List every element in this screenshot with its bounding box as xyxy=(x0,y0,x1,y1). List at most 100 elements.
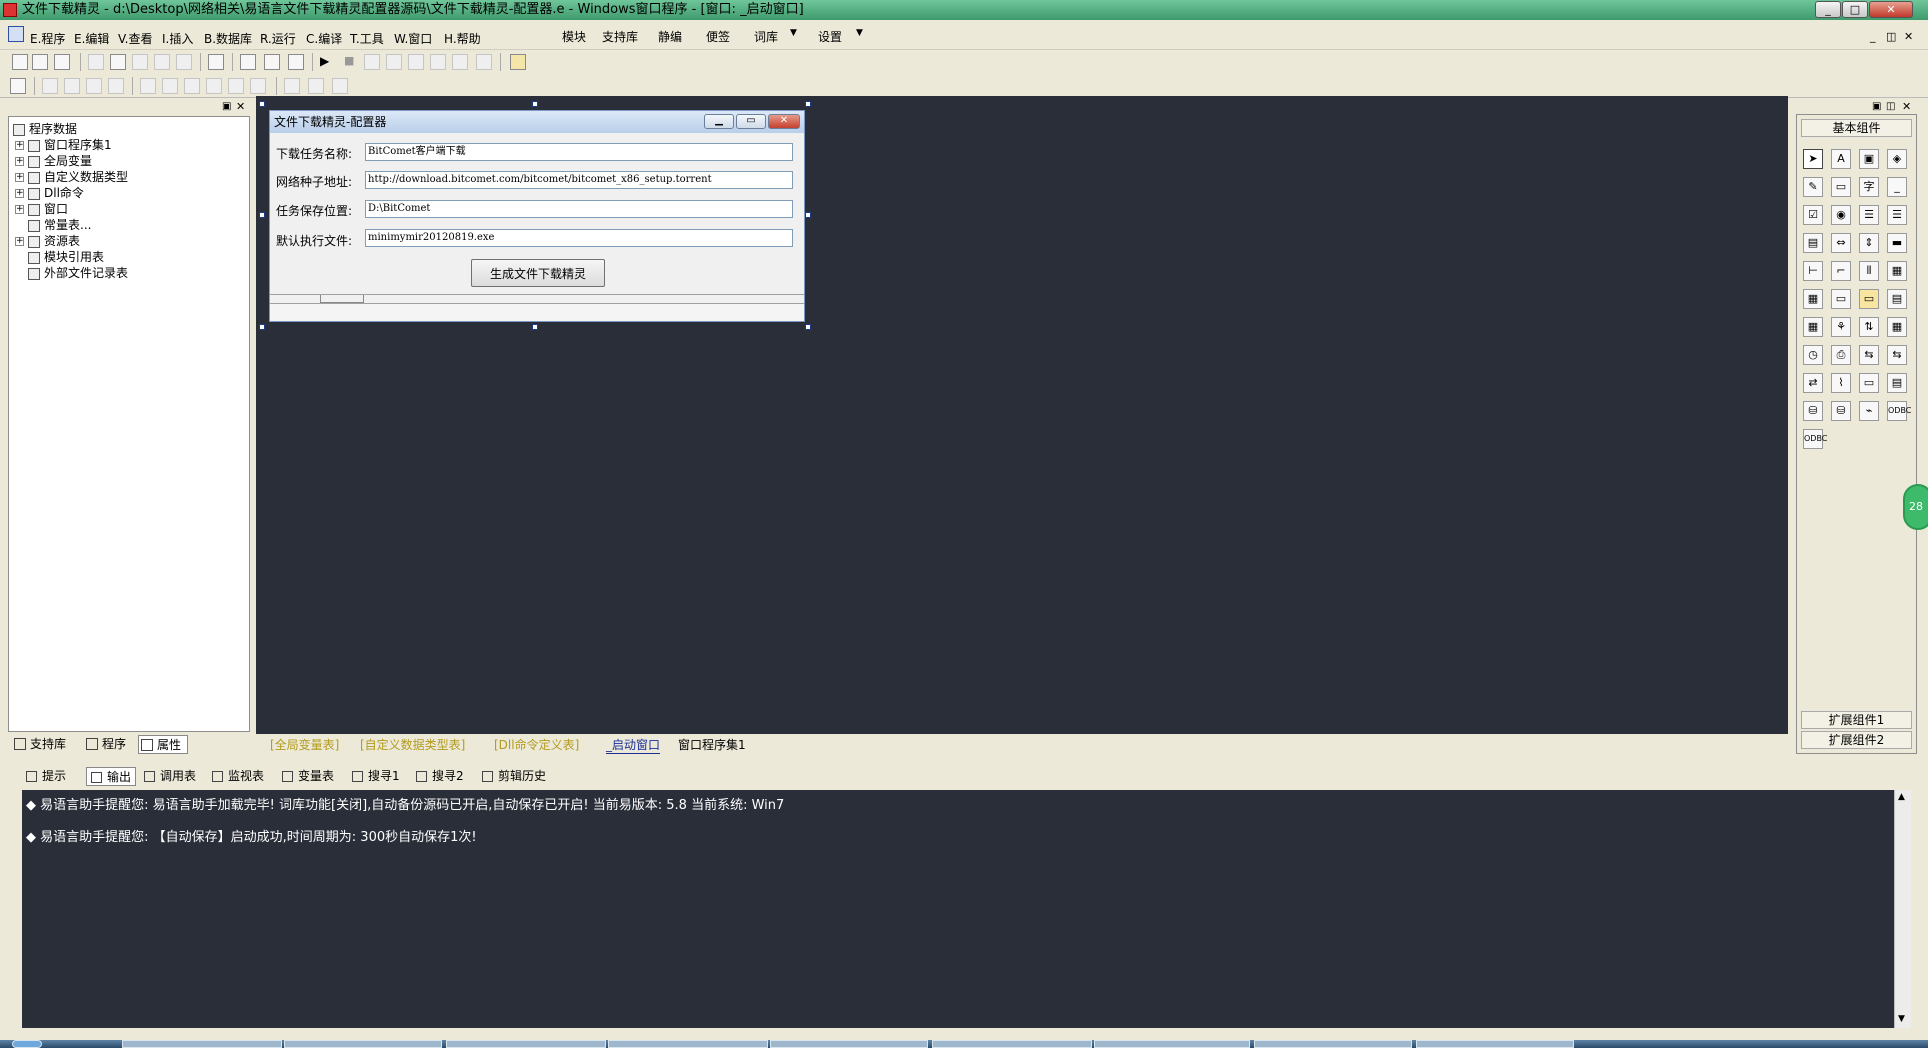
taskbar-app[interactable] xyxy=(1254,1040,1412,1048)
socket-icon[interactable]: ⇄ xyxy=(1803,373,1823,393)
taskbar-app[interactable] xyxy=(1416,1040,1574,1048)
tab-output[interactable]: 输出 xyxy=(86,767,137,786)
menu-settings[interactable]: 设置 xyxy=(818,28,842,45)
folder-icon[interactable]: ▭ xyxy=(1859,289,1879,309)
exec-file-input[interactable]: minimymir20120819.exe xyxy=(365,229,793,247)
form-maximize-icon[interactable]: ▭ xyxy=(736,114,766,129)
rp-pin-icon[interactable]: ▣ xyxy=(1872,101,1881,112)
mdi-close-icon[interactable]: ✕ xyxy=(1904,30,1913,43)
chart-icon[interactable]: ⌁ xyxy=(1859,401,1879,421)
datagrid-icon[interactable]: ▦ xyxy=(1887,317,1907,337)
resize-handle[interactable] xyxy=(532,324,538,330)
menu-database[interactable]: B.数据库 xyxy=(204,30,252,47)
checkbox-icon[interactable]: ☑ xyxy=(1803,205,1823,225)
maximize-button[interactable]: □ xyxy=(1842,1,1868,18)
equal-height-icon[interactable] xyxy=(250,78,266,94)
same-size-icon[interactable] xyxy=(284,78,300,94)
tab-hint[interactable]: 提示 xyxy=(26,767,66,784)
mdi-minimize-icon[interactable]: _ xyxy=(1870,30,1876,43)
stop-icon[interactable]: ■ xyxy=(344,54,354,67)
tree-item-window[interactable]: + 窗口 xyxy=(15,201,68,217)
space-h-icon[interactable] xyxy=(206,78,222,94)
align-left-icon[interactable] xyxy=(42,78,58,94)
tab-program[interactable]: 程序 xyxy=(84,735,126,754)
taskbar-app[interactable] xyxy=(122,1040,282,1048)
step-over-icon[interactable] xyxy=(386,54,402,70)
label-component-icon[interactable]: A xyxy=(1831,149,1851,169)
menu-module[interactable]: 模块 xyxy=(562,28,586,45)
menu-support-lib[interactable]: 支持库 xyxy=(602,28,638,45)
tab-startup-window[interactable]: _启动窗口 xyxy=(606,736,661,754)
menu-static-compile[interactable]: 静编 xyxy=(658,28,682,45)
resize-handle[interactable] xyxy=(805,324,811,330)
align-right-icon[interactable] xyxy=(64,78,80,94)
drawing-icon[interactable]: ✎ xyxy=(1803,177,1823,197)
menu-window[interactable]: W.窗口 xyxy=(394,30,432,47)
equal-width-icon[interactable] xyxy=(228,78,244,94)
center-form-icon[interactable] xyxy=(332,78,348,94)
tab-global-vars[interactable]: [全局变量表] xyxy=(270,736,339,753)
torrent-url-input[interactable]: http://download.bitcomet.com/bitcomet/bi… xyxy=(365,171,793,189)
picture-box-icon[interactable]: ▣ xyxy=(1859,149,1879,169)
tree-item-root[interactable]: 程序数据 xyxy=(13,121,77,137)
basic-components-header[interactable]: 基本组件 xyxy=(1801,119,1912,137)
resize-handle[interactable] xyxy=(259,101,265,107)
assistant-bubble[interactable]: 28 xyxy=(1903,484,1928,530)
edit-box-icon[interactable]: ▭ xyxy=(1831,289,1851,309)
resize-handle[interactable] xyxy=(532,101,538,107)
settings-dropdown-icon[interactable]: ▼ xyxy=(856,28,863,38)
tree-item-module-ref[interactable]: 模块引用表 xyxy=(28,249,104,265)
odbc-icon[interactable]: ODBC xyxy=(1887,401,1911,421)
timer-icon[interactable]: ◷ xyxy=(1803,345,1823,365)
tab-call-stack[interactable]: 调用表 xyxy=(144,767,196,784)
run-to-cursor-icon[interactable] xyxy=(430,54,446,70)
pointer-icon[interactable]: ➤ xyxy=(1803,149,1823,169)
outline-icon[interactable]: ▤ xyxy=(1887,373,1907,393)
generate-button[interactable]: 生成文件下载精灵 xyxy=(471,259,605,287)
redo-icon[interactable] xyxy=(154,54,170,70)
menu-compile[interactable]: C.编译 xyxy=(306,30,342,47)
layout-top-icon[interactable] xyxy=(264,54,280,70)
grid-icon[interactable] xyxy=(10,78,26,94)
center-v-icon[interactable] xyxy=(162,78,178,94)
resize-handle[interactable] xyxy=(259,324,265,330)
splitter-icon[interactable]: ⫴ xyxy=(1859,261,1879,281)
menu-lexicon[interactable]: 词库 xyxy=(754,28,778,45)
serial-port-icon[interactable]: ⌇ xyxy=(1831,373,1851,393)
paste-icon[interactable] xyxy=(132,54,148,70)
listbox-icon[interactable]: ☰ xyxy=(1859,205,1879,225)
line-icon[interactable]: _ xyxy=(1887,177,1907,197)
new-file-icon[interactable] xyxy=(12,54,28,70)
scroll-down-icon[interactable]: ▼ xyxy=(1898,1014,1905,1024)
form-minimize-icon[interactable]: ▁ xyxy=(704,114,734,129)
space-v-icon[interactable] xyxy=(184,78,200,94)
menu-insert[interactable]: I.插入 xyxy=(162,30,193,47)
close-button[interactable]: ✕ xyxy=(1869,1,1913,18)
resize-handle[interactable] xyxy=(805,101,811,107)
hand-icon[interactable] xyxy=(476,54,492,70)
panel-icon[interactable]: ▭ xyxy=(1831,177,1851,197)
text-icon[interactable]: 字 xyxy=(1859,177,1879,197)
pin-icon[interactable]: ▣ xyxy=(222,101,231,112)
tree-item-datatypes[interactable]: + 自定义数据类型 xyxy=(15,169,128,185)
spin-icon[interactable]: ⇅ xyxy=(1859,317,1879,337)
designed-form[interactable]: 文件下载精灵-配置器 ▁ ▭ ✕ 下载任务名称: BitComet客户端下载 网… xyxy=(269,110,805,322)
tab-watch[interactable]: 监视表 xyxy=(212,767,264,784)
task-name-input[interactable]: BitComet客户端下载 xyxy=(365,143,793,161)
mdi-restore-icon[interactable]: ◫ xyxy=(1886,30,1896,43)
center-h-icon[interactable] xyxy=(140,78,156,94)
menu-edit[interactable]: E.编辑 xyxy=(74,30,109,47)
output-panel[interactable]: ◆ 易语言助手提醒您: 易语言助手加载完毕! 词库功能[关闭],自动备份源码已开… xyxy=(22,790,1894,1028)
run-icon[interactable]: ▶ xyxy=(320,54,329,68)
tab-window-module[interactable]: 窗口程序集1 xyxy=(678,736,746,753)
network-client-icon[interactable]: ⇆ xyxy=(1859,345,1879,365)
layout-bottom-icon[interactable] xyxy=(288,54,304,70)
tree-item-constants[interactable]: 常量表... xyxy=(28,217,91,233)
tab-support-lib[interactable]: 支持库 xyxy=(12,735,66,754)
save-icon[interactable] xyxy=(54,54,70,70)
menu-view[interactable]: V.查看 xyxy=(118,30,152,47)
open-file-icon[interactable] xyxy=(32,54,48,70)
tab-dll-commands[interactable]: [Dll命令定义表] xyxy=(494,736,579,753)
radio-icon[interactable]: ◉ xyxy=(1831,205,1851,225)
align-bottom-icon[interactable] xyxy=(108,78,124,94)
